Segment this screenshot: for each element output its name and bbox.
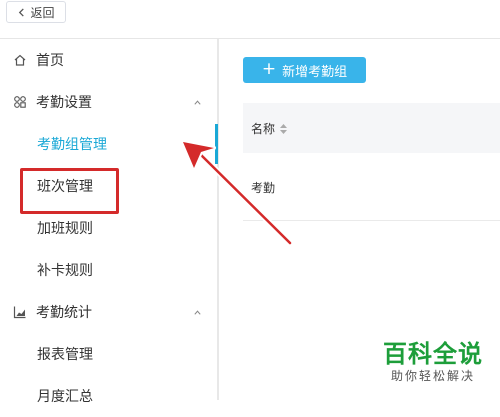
add-attendance-group-button[interactable]: + 新增考勤组 [243, 57, 366, 83]
column-header-name[interactable]: 名称 [251, 120, 288, 137]
top-bar: 返回 [0, 0, 500, 39]
watermark: 百科全说 助你轻松解决 [377, 340, 489, 384]
column-header-label: 名称 [251, 122, 276, 136]
home-icon [14, 54, 26, 66]
table-row[interactable] [243, 153, 500, 221]
sidebar-item-label: 首页 [36, 53, 64, 69]
sidebar-item-report-management[interactable]: 报表管理 [0, 333, 217, 375]
sidebar-item-makeup-rules[interactable]: 补卡规则 [0, 249, 217, 291]
chevron-up-icon [194, 309, 201, 315]
sort-icon[interactable] [279, 123, 288, 135]
back-label: 返回 [30, 5, 55, 20]
sidebar-item-monthly-summary[interactable]: 月度汇总 [0, 375, 217, 417]
chart-icon [13, 306, 26, 319]
sidebar-item-attendance-group-management[interactable]: 考勤组管理 [0, 123, 217, 165]
sidebar-item-label: 报表管理 [37, 347, 93, 363]
add-button-label: 新增考勤组 [282, 64, 348, 80]
sidebar-group-label: 考勤设置 [36, 95, 92, 111]
table-cell-name: 考勤 [251, 181, 276, 195]
watermark-subtitle: 助你轻松解决 [390, 369, 475, 383]
plus-icon: + [261, 59, 277, 79]
back-button[interactable]: 返回 [6, 1, 66, 23]
sidebar-item-label: 补卡规则 [37, 263, 93, 279]
sidebar-item-label: 考勤组管理 [37, 137, 107, 153]
sidebar-group-attendance-stats[interactable]: 考勤统计 [0, 291, 217, 333]
active-indicator [215, 124, 218, 164]
highlight-box [20, 168, 119, 214]
chevron-left-icon [19, 7, 25, 17]
sidebar-item-label: 加班规则 [37, 221, 93, 237]
settings-grid-icon [14, 96, 26, 108]
sidebar-group-label: 考勤统计 [36, 305, 92, 321]
sidebar-item-home[interactable]: 首页 [0, 39, 217, 81]
watermark-title: 百科全说 [383, 340, 483, 368]
chevron-up-icon [194, 99, 201, 105]
sidebar-item-label: 月度汇总 [37, 389, 93, 405]
sidebar-group-attendance-settings[interactable]: 考勤设置 [0, 81, 217, 123]
